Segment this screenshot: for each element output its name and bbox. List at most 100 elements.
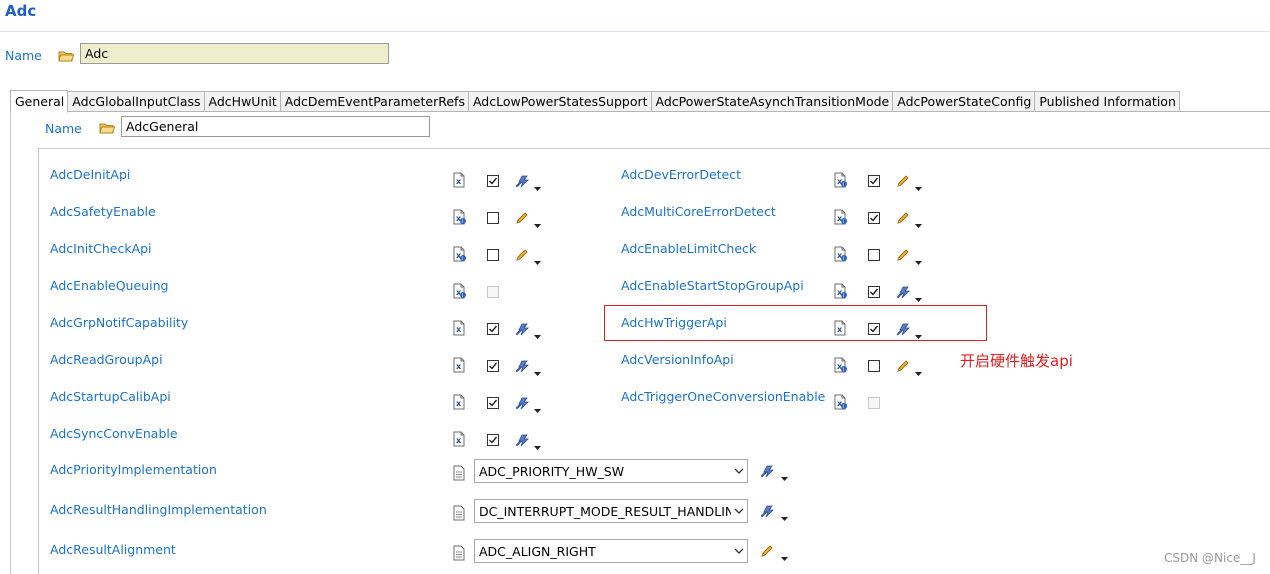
list-document-icon <box>452 465 466 481</box>
general-name-input[interactable]: AdcGeneral <box>121 116 430 137</box>
chevron-down-icon[interactable] <box>534 438 541 450</box>
param-checkbox-disabled <box>868 397 880 409</box>
pencil-icon[interactable] <box>514 210 530 226</box>
param-checkbox[interactable] <box>487 249 499 261</box>
wand-icon[interactable] <box>514 395 530 411</box>
param-checkbox[interactable] <box>487 323 499 335</box>
tab-adc-low-power-states-support[interactable]: AdcLowPowerStatesSupport <box>468 91 652 112</box>
pencil-icon[interactable] <box>895 247 911 263</box>
chevron-down-icon[interactable] <box>534 216 541 228</box>
chevron-down-icon[interactable] <box>915 290 922 302</box>
svg-text:i: i <box>462 256 463 262</box>
param-checkbox-disabled <box>487 286 499 298</box>
name-input[interactable]: Adc <box>80 43 389 64</box>
wand-icon[interactable] <box>895 284 911 300</box>
panel-border <box>10 112 11 574</box>
pencil-icon[interactable] <box>895 210 911 226</box>
svg-text:x: x <box>456 325 462 334</box>
param-label: AdcEnableLimitCheck <box>621 241 757 256</box>
param-checkbox[interactable] <box>487 212 499 224</box>
document-icon: xi <box>833 394 847 410</box>
chevron-down-icon[interactable] <box>781 469 788 481</box>
chevron-down-icon[interactable] <box>915 364 922 376</box>
pencil-icon[interactable] <box>895 173 911 189</box>
enum-select[interactable]: DC_INTERRUPT_MODE_RESULT_HANDLING <box>474 499 748 523</box>
wand-icon[interactable] <box>759 503 775 519</box>
param-label: AdcTriggerOneConversionEnable <box>621 389 826 404</box>
svg-text:i: i <box>843 182 844 188</box>
tab-published-information[interactable]: Published Information <box>1035 91 1180 112</box>
param-label: AdcInitCheckApi <box>50 241 152 256</box>
annotation-text: 开启硬件触发api <box>960 352 1073 370</box>
pencil-icon[interactable] <box>895 358 911 374</box>
enum-select-value: DC_INTERRUPT_MODE_RESULT_HANDLING <box>479 503 731 519</box>
tab-bar: General AdcGlobalInputClass AdcHwUnit Ad… <box>10 90 1180 113</box>
chevron-down-icon[interactable] <box>534 179 541 191</box>
param-checkbox[interactable] <box>868 212 880 224</box>
tab-adc-dem-event-parameter-refs[interactable]: AdcDemEventParameterRefs <box>280 91 469 112</box>
chevron-down-icon <box>731 548 747 554</box>
pencil-icon[interactable] <box>759 543 775 559</box>
param-label: AdcResultAlignment <box>50 542 176 557</box>
chevron-down-icon[interactable] <box>534 327 541 339</box>
document-icon: xi <box>452 246 466 262</box>
wand-icon[interactable] <box>514 432 530 448</box>
document-icon: xi <box>833 172 847 188</box>
param-checkbox[interactable] <box>487 434 499 446</box>
chevron-down-icon[interactable] <box>534 253 541 265</box>
chevron-down-icon[interactable] <box>915 253 922 265</box>
wand-icon[interactable] <box>514 358 530 374</box>
chevron-down-icon[interactable] <box>915 216 922 228</box>
param-checkbox[interactable] <box>868 175 880 187</box>
param-checkbox[interactable] <box>487 360 499 372</box>
document-icon: xi <box>833 283 847 299</box>
param-label: AdcGrpNotifCapability <box>50 315 189 330</box>
svg-text:x: x <box>456 177 462 186</box>
chevron-down-icon[interactable] <box>915 179 922 191</box>
chevron-down-icon <box>731 468 747 474</box>
chevron-down-icon <box>731 508 747 514</box>
chevron-down-icon[interactable] <box>781 549 788 561</box>
enum-select[interactable]: ADC_ALIGN_RIGHT <box>474 539 748 563</box>
tab-adc-power-state-config[interactable]: AdcPowerStateConfig <box>893 91 1036 112</box>
param-label: AdcPriorityImplementation <box>50 462 217 477</box>
param-checkbox[interactable] <box>868 249 880 261</box>
svg-text:i: i <box>462 219 463 225</box>
enum-select[interactable]: ADC_PRIORITY_HW_SW <box>474 459 748 483</box>
param-checkbox[interactable] <box>868 360 880 372</box>
param-checkbox[interactable] <box>487 175 499 187</box>
tab-adc-power-state-asynch-transition-mode[interactable]: AdcPowerStateAsynchTransitionMode <box>651 91 894 112</box>
param-checkbox[interactable] <box>868 286 880 298</box>
enum-select-value: ADC_PRIORITY_HW_SW <box>479 463 625 479</box>
svg-text:i: i <box>843 367 844 373</box>
tab-adc-global-input-class[interactable]: AdcGlobalInputClass <box>68 91 205 112</box>
tab-adc-hw-unit[interactable]: AdcHwUnit <box>204 91 281 112</box>
enum-select-value: ADC_ALIGN_RIGHT <box>479 543 596 559</box>
wand-icon[interactable] <box>514 173 530 189</box>
param-label: AdcVersionInfoApi <box>621 352 734 367</box>
folder-icon <box>58 51 74 62</box>
wand-icon[interactable] <box>514 321 530 337</box>
tab-general[interactable]: General <box>10 90 69 113</box>
svg-text:i: i <box>462 293 463 299</box>
section-divider <box>38 148 1270 149</box>
svg-text:x: x <box>456 362 462 371</box>
chevron-down-icon[interactable] <box>534 364 541 376</box>
param-label: AdcDeInitApi <box>50 167 131 182</box>
wand-icon[interactable] <box>759 463 775 479</box>
chevron-down-icon[interactable] <box>781 509 788 521</box>
name-label: Name <box>5 48 42 63</box>
chevron-down-icon[interactable] <box>534 401 541 413</box>
svg-text:i: i <box>843 219 844 225</box>
svg-text:i: i <box>843 256 844 262</box>
param-label: AdcSafetyEnable <box>50 204 156 219</box>
param-label: AdcDevErrorDetect <box>621 167 742 182</box>
param-checkbox[interactable] <box>487 397 499 409</box>
page-title: Adc <box>5 2 37 20</box>
pencil-icon[interactable] <box>514 247 530 263</box>
title-divider <box>0 31 1270 32</box>
document-icon: x <box>452 431 466 447</box>
svg-text:i: i <box>843 404 844 410</box>
document-icon: xi <box>833 246 847 262</box>
document-icon: xi <box>833 209 847 225</box>
